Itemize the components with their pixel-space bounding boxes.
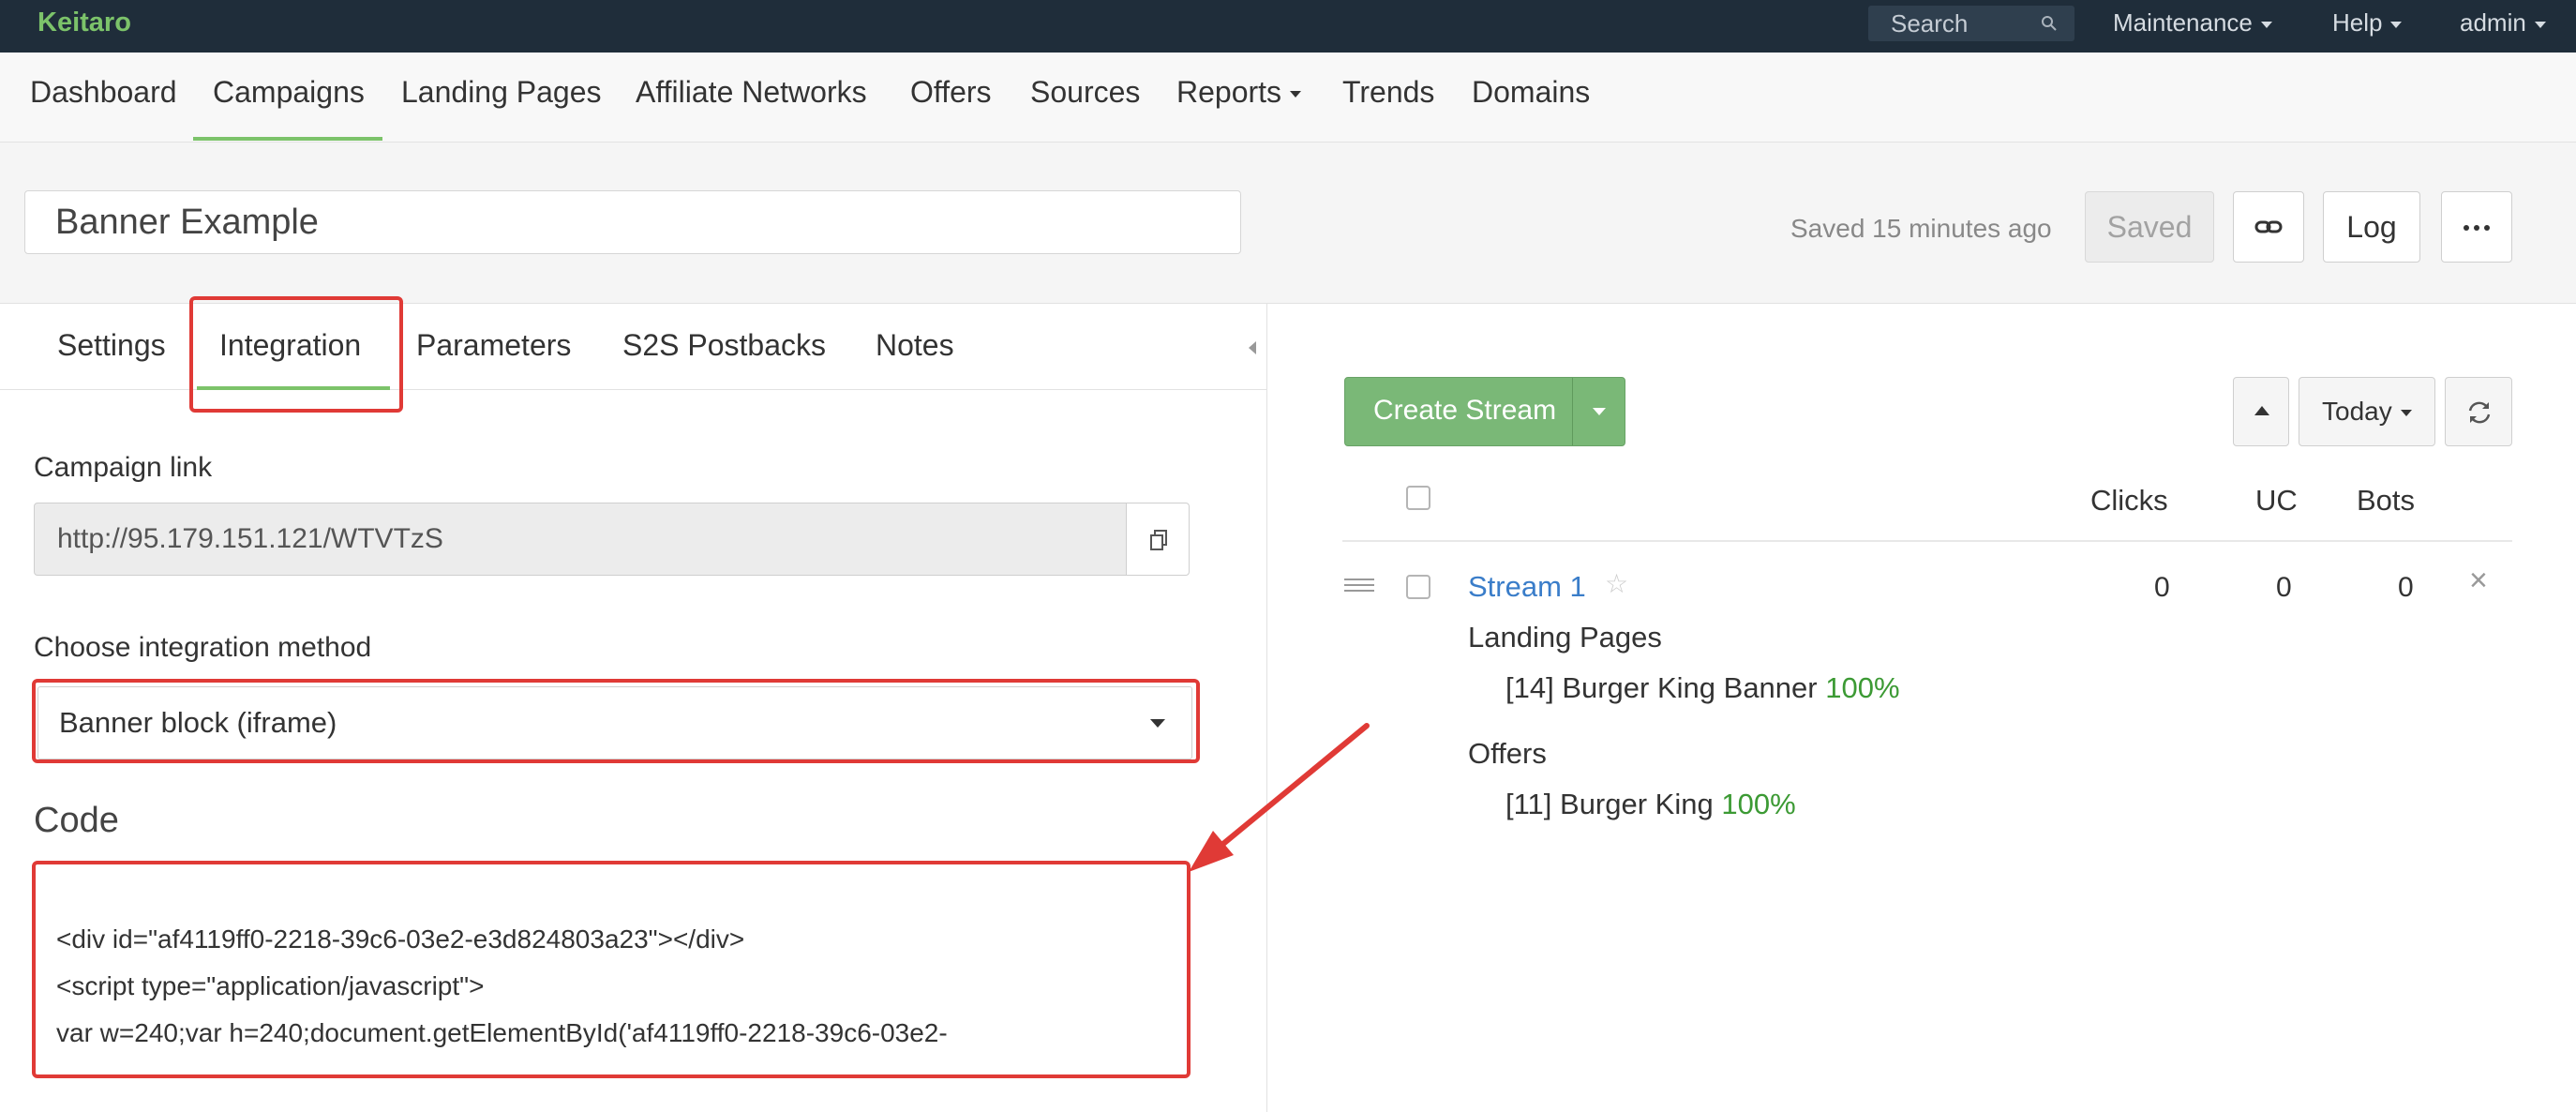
column-uc[interactable]: UC <box>2255 484 2298 518</box>
split-divider <box>1572 378 1573 445</box>
nav-affiliate-networks[interactable]: Affiliate Networks <box>636 75 867 110</box>
nav-dashboard[interactable]: Dashboard <box>30 75 177 110</box>
integration-tab-highlight <box>189 296 403 413</box>
chevron-down-icon[interactable] <box>1593 408 1606 415</box>
copy-link-button[interactable] <box>1126 503 1190 576</box>
link-icon <box>2254 220 2283 233</box>
search-placeholder: Search <box>1891 9 1969 38</box>
drag-handle-icon[interactable] <box>1344 579 1374 595</box>
table-divider <box>1342 540 2512 542</box>
tab-parameters[interactable]: Parameters <box>416 328 571 363</box>
campaign-link-field[interactable]: http://95.179.151.121/WTVTzS <box>34 503 1127 576</box>
tab-notes[interactable]: Notes <box>876 328 954 363</box>
campaign-name-input[interactable]: Banner Example <box>24 190 1241 254</box>
landing-pages-label: Landing Pages <box>1468 621 1662 654</box>
maintenance-menu[interactable]: Maintenance <box>2113 8 2272 38</box>
ellipsis-icon <box>2464 225 2490 231</box>
refresh-icon <box>2468 401 2491 424</box>
star-icon[interactable]: ☆ <box>1605 568 1628 599</box>
select-all-checkbox[interactable] <box>1406 486 1430 510</box>
active-nav-indicator <box>193 137 382 141</box>
log-button[interactable]: Log <box>2323 191 2420 263</box>
nav-offers[interactable]: Offers <box>910 75 992 110</box>
integration-code-textarea[interactable]: <div id="af4119ff0-2218-39c6-03e2-e3d824… <box>37 866 1183 1073</box>
chevron-down-icon <box>1150 719 1165 728</box>
chevron-down-icon <box>2400 410 2412 417</box>
landing-page-item[interactable]: [14] Burger King Banner 100% <box>1505 671 1900 705</box>
integration-method-select[interactable]: Banner block (iframe) <box>37 686 1192 759</box>
column-bots[interactable]: Bots <box>2357 484 2415 518</box>
code-line: <script type="application/javascript"> <box>56 971 485 1000</box>
nav-trends[interactable]: Trends <box>1342 75 1434 110</box>
stream-clicks: 0 <box>2154 572 2170 603</box>
campaign-header: Banner Example Saved 15 minutes ago Save… <box>0 143 2576 304</box>
close-icon[interactable]: × <box>2469 563 2488 599</box>
main-nav: Dashboard Campaigns Landing Pages Affili… <box>0 53 2576 143</box>
offer-share: 100% <box>1721 788 1796 820</box>
nav-domains[interactable]: Domains <box>1472 75 1590 110</box>
code-line: var w=240;var h=240;document.getElementB… <box>56 1018 948 1047</box>
tab-settings[interactable]: Settings <box>57 328 166 363</box>
chevron-down-icon <box>2534 21 2546 28</box>
campaign-link-button[interactable] <box>2233 191 2304 263</box>
landing-page-name: [14] Burger King Banner <box>1505 671 1818 704</box>
integration-method-label: Choose integration method <box>34 632 372 663</box>
stream-name-link[interactable]: Stream 1 <box>1468 570 1586 604</box>
nav-sources[interactable]: Sources <box>1030 75 1140 110</box>
chevron-down-icon <box>2390 21 2403 28</box>
create-stream-button[interactable]: Create Stream <box>1344 377 1625 446</box>
offer-item[interactable]: [11] Burger King 100% <box>1505 788 1796 821</box>
brand-logo[interactable]: Keitaro <box>37 8 131 38</box>
period-dropdown[interactable]: Today <box>2299 377 2435 446</box>
integration-method-value: Banner block (iframe) <box>59 706 337 739</box>
top-bar: Keitaro Search Maintenance Help admin <box>0 0 2576 53</box>
copy-icon <box>1150 530 1167 550</box>
code-heading: Code <box>34 801 119 840</box>
saved-button[interactable]: Saved <box>2085 191 2214 263</box>
campaign-link-label: Campaign link <box>34 452 213 483</box>
search-input[interactable]: Search <box>1868 6 2074 41</box>
admin-menu[interactable]: admin <box>2460 8 2546 38</box>
code-line: <div id="af4119ff0-2218-39c6-03e2-e3d824… <box>56 924 745 954</box>
tab-s2s-postbacks[interactable]: S2S Postbacks <box>622 328 826 363</box>
help-menu[interactable]: Help <box>2332 8 2403 38</box>
refresh-button[interactable] <box>2445 377 2512 446</box>
chevron-down-icon <box>1290 91 1302 98</box>
arrow-up-icon <box>2254 406 2269 415</box>
search-icon[interactable] <box>2041 15 2058 32</box>
offers-label: Offers <box>1468 737 1547 770</box>
move-up-button[interactable] <box>2233 377 2289 446</box>
collapse-panel-icon[interactable] <box>1249 341 1256 354</box>
chevron-down-icon <box>2260 21 2272 28</box>
stream-bots: 0 <box>2398 572 2414 603</box>
period-value: Today <box>2322 397 2392 426</box>
create-stream-label: Create Stream <box>1373 395 1557 426</box>
nav-reports[interactable]: Reports <box>1176 75 1302 110</box>
nav-campaigns[interactable]: Campaigns <box>213 75 365 110</box>
landing-page-share: 100% <box>1825 671 1900 704</box>
stream-checkbox[interactable] <box>1406 575 1430 599</box>
stream-uc: 0 <box>2276 572 2292 603</box>
campaign-settings-panel: Settings Integration Parameters S2S Post… <box>0 296 1267 1112</box>
column-clicks[interactable]: Clicks <box>2090 484 2168 518</box>
offer-name: [11] Burger King <box>1505 788 1714 820</box>
nav-landing-pages[interactable]: Landing Pages <box>401 75 602 110</box>
more-actions-button[interactable] <box>2441 191 2512 263</box>
saved-status: Saved 15 minutes ago <box>1790 214 2052 243</box>
